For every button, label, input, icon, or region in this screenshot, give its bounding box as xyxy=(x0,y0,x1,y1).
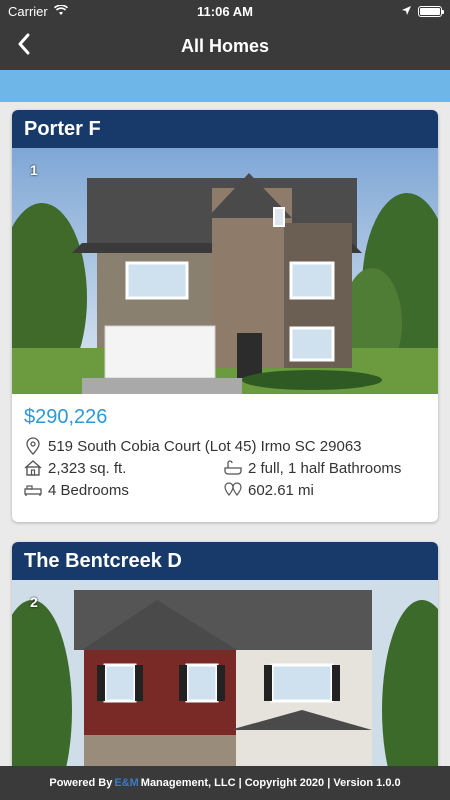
chevron-left-icon xyxy=(17,33,31,60)
size-bath-row: 2,323 sq. ft. 2 full, 1 half Bathrooms xyxy=(12,457,438,479)
wifi-icon xyxy=(53,3,68,19)
distance-pins-icon xyxy=(224,481,242,499)
home-bathrooms: 2 full, 1 half Bathrooms xyxy=(248,459,402,477)
location-arrow-icon xyxy=(401,4,412,19)
footer-brand: E&M xyxy=(114,777,139,789)
status-bar: Carrier 11:06 AM xyxy=(0,0,450,22)
footer: Powered By E&M Management, LLC | Copyrig… xyxy=(0,766,450,800)
footer-prefix: Powered By xyxy=(49,777,113,789)
home-bedrooms: 4 Bedrooms xyxy=(48,481,129,499)
page-title: All Homes xyxy=(180,35,270,56)
bed-distance-row: 4 Bedrooms 602.61 mi xyxy=(12,479,438,501)
home-price: $290,226 xyxy=(24,406,108,428)
banner-strip xyxy=(0,70,450,102)
nav-bar: All Homes xyxy=(0,22,450,70)
home-distance: 602.61 mi xyxy=(248,481,314,499)
back-button[interactable] xyxy=(8,30,40,62)
image-index: 1 xyxy=(30,162,38,178)
homes-list[interactable]: Porter F 1 $290,226 519 South Cobia Cour… xyxy=(0,102,450,766)
location-pin-icon xyxy=(24,437,42,455)
house-icon xyxy=(24,459,42,477)
home-sqft: 2,323 sq. ft. xyxy=(48,459,127,477)
home-card[interactable]: The Bentcreek D 2 xyxy=(12,542,438,766)
home-image[interactable]: 1 xyxy=(12,148,438,394)
battery-icon xyxy=(418,5,444,17)
home-card[interactable]: Porter F 1 $290,226 519 South Cobia Cour… xyxy=(12,110,438,522)
home-name: Porter F xyxy=(12,110,438,148)
image-index: 2 xyxy=(30,594,38,610)
bed-icon xyxy=(24,481,42,499)
address-row: 519 South Cobia Court (Lot 45) Irmo SC 2… xyxy=(12,435,438,457)
carrier-label: Carrier xyxy=(8,3,48,19)
home-name: The Bentcreek D xyxy=(12,542,438,580)
footer-suffix: Management, LLC | Copyright 2020 | Versi… xyxy=(140,777,401,789)
bathtub-icon xyxy=(224,459,242,477)
home-image[interactable]: 2 xyxy=(12,580,438,766)
home-address: 519 South Cobia Court (Lot 45) Irmo SC 2… xyxy=(48,437,362,455)
